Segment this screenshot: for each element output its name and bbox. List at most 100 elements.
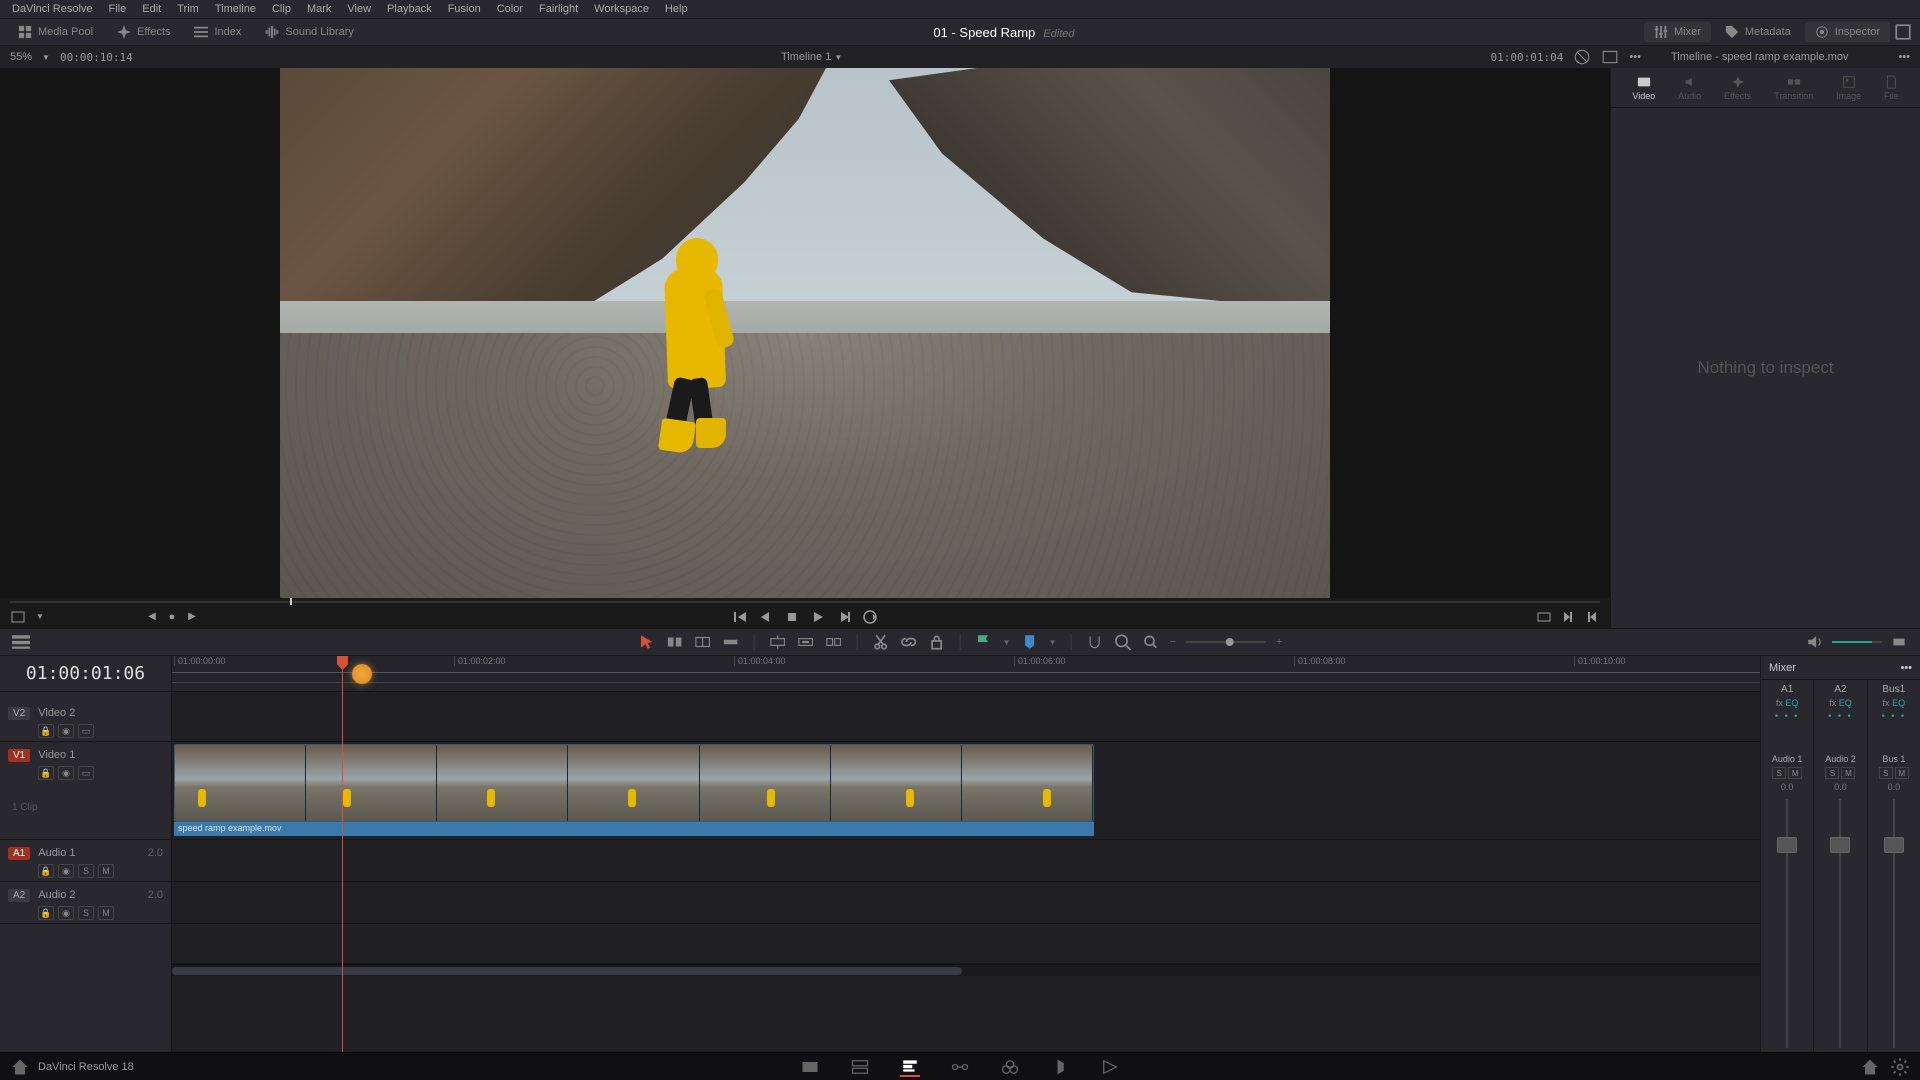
track-tag-v2[interactable]: V2: [8, 707, 30, 720]
first-frame-button[interactable]: [732, 609, 748, 625]
sound-library-button[interactable]: Sound Library: [255, 22, 364, 42]
fader[interactable]: [1828, 799, 1852, 1048]
menu-mark[interactable]: Mark: [299, 3, 339, 15]
menu-color[interactable]: Color: [489, 3, 531, 15]
mixer-channel-a2[interactable]: A2 fx EQ • • • Audio 2 SM 0.0: [1814, 680, 1867, 1052]
menu-clip[interactable]: Clip: [264, 3, 299, 15]
blade-tool[interactable]: [722, 633, 740, 651]
track-tag-v1[interactable]: V1: [8, 749, 30, 762]
solo-button[interactable]: S: [78, 906, 94, 920]
options-icon-2[interactable]: •••: [1898, 51, 1910, 63]
menu-help[interactable]: Help: [657, 3, 696, 15]
metadata-button[interactable]: Metadata: [1715, 22, 1801, 42]
timeline-view-icon[interactable]: [12, 633, 30, 651]
cut-page-button[interactable]: [850, 1057, 870, 1077]
mixer-button[interactable]: Mixer: [1644, 22, 1711, 42]
track-lane-v1[interactable]: speed ramp example.mov: [172, 742, 1760, 840]
menu-file[interactable]: File: [101, 3, 135, 15]
media-page-button[interactable]: [800, 1057, 820, 1077]
zoom-level[interactable]: 55%: [10, 51, 32, 63]
mute-button[interactable]: M: [1788, 767, 1802, 779]
next-edit-icon[interactable]: ▶: [184, 609, 200, 625]
inspector-tab-video[interactable]: Video: [1626, 73, 1661, 103]
razor-button[interactable]: [872, 633, 890, 651]
play-button[interactable]: [810, 609, 826, 625]
marker-button[interactable]: [1021, 633, 1039, 651]
video-clip[interactable]: [174, 744, 1094, 822]
timecode-display[interactable]: 01:00:01:06: [0, 656, 171, 692]
mute-button[interactable]: M: [98, 906, 114, 920]
loop-button[interactable]: [862, 609, 878, 625]
track-arm-button[interactable]: ◉: [58, 864, 74, 878]
track-header-a2[interactable]: A2Audio 22.0 🔒◉SM: [0, 882, 171, 924]
media-pool-button[interactable]: Media Pool: [8, 22, 103, 42]
inspector-button[interactable]: Inspector: [1805, 22, 1890, 42]
menu-trim[interactable]: Trim: [169, 3, 207, 15]
mute-button[interactable]: M: [98, 864, 114, 878]
fader[interactable]: [1882, 799, 1906, 1048]
menu-workspace[interactable]: Workspace: [586, 3, 657, 15]
out-point-icon[interactable]: [1584, 609, 1600, 625]
viewer-options-icon[interactable]: [10, 609, 26, 625]
mute-button[interactable]: M: [1841, 767, 1855, 779]
dim-icon[interactable]: [1890, 633, 1908, 651]
home-icon[interactable]: [10, 1057, 30, 1077]
volume-slider[interactable]: [1832, 641, 1882, 643]
timeline-ruler[interactable]: 01:00:00:00 01:00:02:00 01:00:04:00 01:0…: [172, 656, 1760, 692]
stop-button[interactable]: [784, 609, 800, 625]
menu-timeline[interactable]: Timeline: [207, 3, 264, 15]
flag-button[interactable]: [975, 633, 993, 651]
menu-view[interactable]: View: [339, 3, 379, 15]
track-tag-a2[interactable]: A2: [8, 889, 30, 902]
trim-tool[interactable]: [666, 633, 684, 651]
track-lane-a2[interactable]: [172, 882, 1760, 924]
fusion-page-button[interactable]: [950, 1057, 970, 1077]
track-tag-a1[interactable]: A1: [8, 847, 30, 860]
lock-icon[interactable]: 🔒: [38, 906, 54, 920]
solo-button[interactable]: S: [78, 864, 94, 878]
playhead[interactable]: [342, 656, 343, 1052]
mixer-channel-a1[interactable]: A1 fx EQ • • • Audio 1 SM 0.0: [1761, 680, 1814, 1052]
menu-app[interactable]: DaVinci Resolve: [4, 3, 101, 15]
replace-clip-button[interactable]: [825, 633, 843, 651]
zoom-slider[interactable]: [1186, 641, 1266, 643]
track-lanes[interactable]: 01:00:00:00 01:00:02:00 01:00:04:00 01:0…: [172, 656, 1760, 1052]
lock-icon[interactable]: 🔒: [38, 864, 54, 878]
inspector-tab-transition[interactable]: Transition: [1768, 73, 1819, 103]
mute-icon[interactable]: [1806, 633, 1824, 651]
solo-button[interactable]: S: [1772, 767, 1786, 779]
chevron-down-icon[interactable]: ▼: [42, 53, 50, 62]
next-frame-button[interactable]: [836, 609, 852, 625]
selection-tool[interactable]: [638, 633, 656, 651]
deliver-page-button[interactable]: [1100, 1057, 1120, 1077]
prev-frame-button[interactable]: [758, 609, 774, 625]
inspector-tab-file[interactable]: File: [1878, 73, 1905, 103]
track-lane-a1[interactable]: [172, 840, 1760, 882]
inspector-tab-effects[interactable]: Effects: [1718, 73, 1757, 103]
prev-edit-icon[interactable]: ◀: [144, 609, 160, 625]
dynamic-trim-tool[interactable]: [694, 633, 712, 651]
menu-fusion[interactable]: Fusion: [440, 3, 489, 15]
bypass-icon[interactable]: [1573, 48, 1591, 66]
fader[interactable]: [1775, 799, 1799, 1048]
track-visible-button[interactable]: ▭: [78, 766, 94, 780]
mixer-channel-bus1[interactable]: Bus1 fx EQ • • • Bus 1 SM 0.0: [1868, 680, 1920, 1052]
match-frame-icon[interactable]: [1536, 609, 1552, 625]
lock-button[interactable]: [928, 633, 946, 651]
overwrite-clip-button[interactable]: [797, 633, 815, 651]
track-enable-button[interactable]: ◉: [58, 766, 74, 780]
marker-dot-icon[interactable]: ●: [164, 609, 180, 625]
menu-playback[interactable]: Playback: [379, 3, 440, 15]
horizontal-scrollbar[interactable]: [172, 964, 1760, 976]
viewer-mode-icon[interactable]: [1601, 48, 1619, 66]
index-button[interactable]: Index: [184, 22, 251, 42]
solo-button[interactable]: S: [1879, 767, 1893, 779]
viewer-canvas[interactable]: [0, 68, 1610, 598]
inspector-tab-image[interactable]: Image: [1830, 73, 1867, 103]
search-dropdown-icon[interactable]: [1141, 633, 1159, 651]
solo-button[interactable]: S: [1825, 767, 1839, 779]
inspector-tab-audio[interactable]: Audio: [1672, 73, 1707, 103]
track-header-v1[interactable]: V1Video 1 🔒◉▭ 1 Clip: [0, 742, 171, 840]
track-visible-button[interactable]: ▭: [78, 724, 94, 738]
lock-icon[interactable]: 🔒: [38, 766, 54, 780]
